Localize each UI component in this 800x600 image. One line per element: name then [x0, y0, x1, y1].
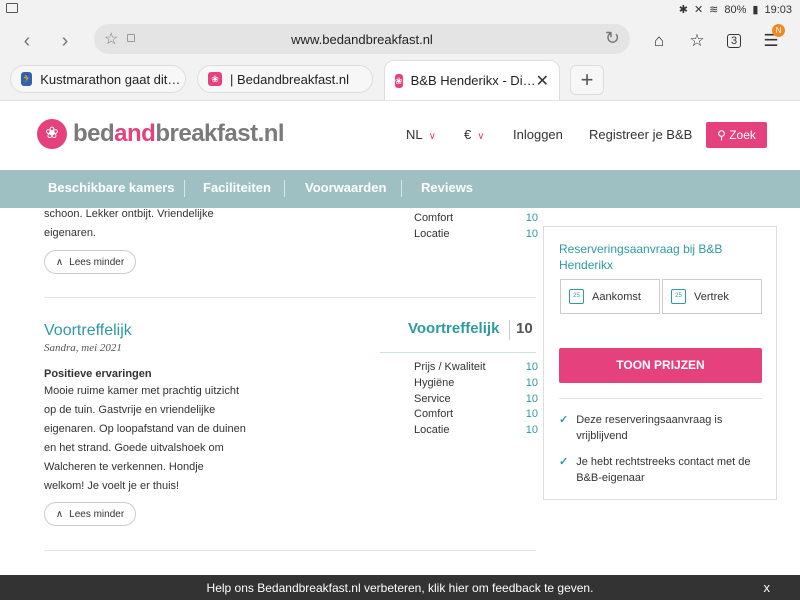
property-subnav: Beschikbare kamers Faciliteiten Voorwaar… — [0, 170, 800, 208]
home-icon[interactable]: ⌂ — [646, 28, 672, 54]
bnb-favicon-icon: ❀ — [395, 73, 403, 88]
overall-rating-label: Voortreffelijk — [408, 320, 500, 337]
subnav-voorwaarden[interactable]: Voorwaarden — [305, 180, 386, 195]
subnav-beschikbare-kamers[interactable]: Beschikbare kamers — [48, 180, 174, 195]
new-tab-button[interactable]: + — [570, 65, 604, 95]
check-icon: ✓ — [559, 456, 569, 468]
bluetooth-icon: ✱ — [678, 4, 688, 16]
benefit-item: ✓ Je hebt rechtstreeks contact met de B&… — [559, 456, 751, 484]
status-icons: ✱ ✕ ≋ 80% ▮ 19:03 — [678, 3, 792, 17]
wifi-icon: ≋ — [709, 4, 719, 16]
benefit-item: ✓ Deze reserveringsaanvraag is vrijblijv… — [559, 414, 723, 442]
calendar-icon: 25 — [671, 289, 686, 304]
read-less-button[interactable]: ∧ Lees minder — [44, 250, 136, 274]
rating-divider — [509, 320, 510, 340]
status-bar: ✱ ✕ ≋ 80% ▮ 19:03 — [0, 0, 800, 20]
score-row: Comfort 10 — [414, 408, 538, 420]
tab-label: B&B Henderikx - Di… — [410, 73, 536, 88]
subnav-divider — [184, 180, 185, 197]
review-text: Mooie ruime kamer met prachtig uitzicht … — [44, 385, 246, 492]
booking-panel: Reserveringsaanvraag bij B&B Henderikx 2… — [543, 226, 777, 500]
reviews-content: schoon. Lekker ontbijt. Vriendelijke eig… — [0, 208, 800, 575]
calendar-icon: 25 — [569, 289, 584, 304]
tab-label: | Bedandbreakfast.nl — [230, 71, 350, 87]
review-divider — [44, 297, 536, 298]
departure-date-field[interactable]: 25 Vertrek — [662, 279, 762, 314]
gallery-icon — [6, 3, 18, 13]
search-button[interactable]: ⚲ Zoek — [706, 122, 767, 148]
menu-badge: N — [772, 24, 785, 37]
runner-icon: 🏃 — [21, 72, 33, 86]
battery-level: 80% — [724, 3, 747, 16]
score-divider — [380, 352, 536, 353]
battery-icon: ▮ — [752, 4, 759, 16]
url-text[interactable]: www.bedandbreakfast.nl — [94, 32, 630, 47]
score-row: Hygiëne 10 — [414, 377, 538, 389]
subnav-divider — [401, 180, 402, 197]
address-bar[interactable]: ☆ www.bedandbreakfast.nl ↻ — [94, 24, 630, 54]
score-row: Locatie 10 — [414, 424, 538, 436]
back-button[interactable]: ‹ — [14, 28, 40, 54]
login-link[interactable]: Inloggen — [513, 127, 563, 142]
arrival-date-field[interactable]: 25 Aankomst — [560, 279, 660, 314]
chevron-down-icon: ∨ — [428, 131, 436, 142]
booking-divider — [559, 398, 762, 399]
overall-rating-score: 10 — [516, 320, 533, 337]
tabs-button[interactable]: 3 — [721, 28, 747, 54]
register-link[interactable]: Registreer je B&B — [589, 127, 692, 142]
review-text: schoon. Lekker ontbijt. Vriendelijke eig… — [44, 208, 214, 239]
chevron-up-icon: ∧ — [55, 508, 64, 520]
review-section-heading: Positieve ervaringen — [44, 368, 152, 380]
score-row: Locatie 10 — [414, 228, 538, 240]
close-feedback-button[interactable]: x — [764, 580, 771, 595]
forward-button[interactable]: › — [52, 28, 78, 54]
subnav-divider — [284, 180, 285, 197]
review-divider — [44, 550, 536, 551]
review-author: Sandra, mei 2021 — [44, 342, 122, 354]
close-tab-icon[interactable]: ✕ — [536, 71, 549, 91]
chevron-up-icon: ∧ — [55, 256, 64, 268]
currency-select[interactable]: € ∨ — [464, 127, 485, 142]
feedback-bar[interactable]: Help ons Bedandbreakfast.nl verbeteren, … — [0, 575, 800, 600]
tulip-logo-icon: ❀ — [37, 119, 67, 149]
tab-bedandbreakfast[interactable]: ❀ | Bedandbreakfast.nl — [197, 65, 373, 93]
mute-icon: ✕ — [693, 4, 704, 16]
menu-icon[interactable]: ☰ N — [758, 24, 785, 54]
booking-title: Reserveringsaanvraag bij B&B Henderikx — [559, 242, 723, 272]
score-row: Service 10 — [414, 393, 538, 405]
subnav-faciliteiten[interactable]: Faciliteiten — [203, 180, 271, 195]
bookmarks-icon[interactable]: ☆ — [684, 28, 710, 54]
score-row: Comfort 10 — [414, 212, 538, 224]
subnav-reviews[interactable]: Reviews — [421, 180, 473, 195]
feedback-message[interactable]: Help ons Bedandbreakfast.nl verbeteren, … — [0, 581, 800, 595]
tabs-count: 3 — [726, 34, 742, 48]
tab-henderikx[interactable]: ❀ B&B Henderikx - Di… ✕ — [384, 60, 560, 100]
browser-chrome: ‹ › ☆ www.bedandbreakfast.nl ↻ ⌂ ☆ 3 ☰ N … — [0, 20, 800, 100]
show-prices-button[interactable]: TOON PRIJZEN — [559, 348, 762, 383]
read-less-button[interactable]: ∧ Lees minder — [44, 502, 136, 526]
reload-icon[interactable]: ↻ — [605, 28, 620, 49]
tab-kustmarathon[interactable]: 🏃 Kustmarathon gaat dit… — [10, 65, 186, 93]
review-title: Voortreffelijk — [44, 322, 132, 339]
clock: 19:03 — [764, 3, 792, 16]
site-logo[interactable]: ❀ bedandbreakfast.nl — [37, 119, 285, 149]
language-select[interactable]: NL ∨ — [406, 127, 436, 142]
score-row: Prijs / Kwaliteit 10 — [414, 361, 538, 373]
chevron-down-icon: ∨ — [477, 131, 485, 142]
check-icon: ✓ — [559, 414, 569, 426]
tab-label: Kustmarathon gaat dit… — [40, 71, 181, 87]
search-icon: ⚲ — [717, 128, 730, 142]
site-header: ❀ bedandbreakfast.nl NL ∨ € ∨ Inloggen Reg… — [0, 100, 800, 170]
bnb-favicon-icon: ❀ — [208, 72, 222, 86]
